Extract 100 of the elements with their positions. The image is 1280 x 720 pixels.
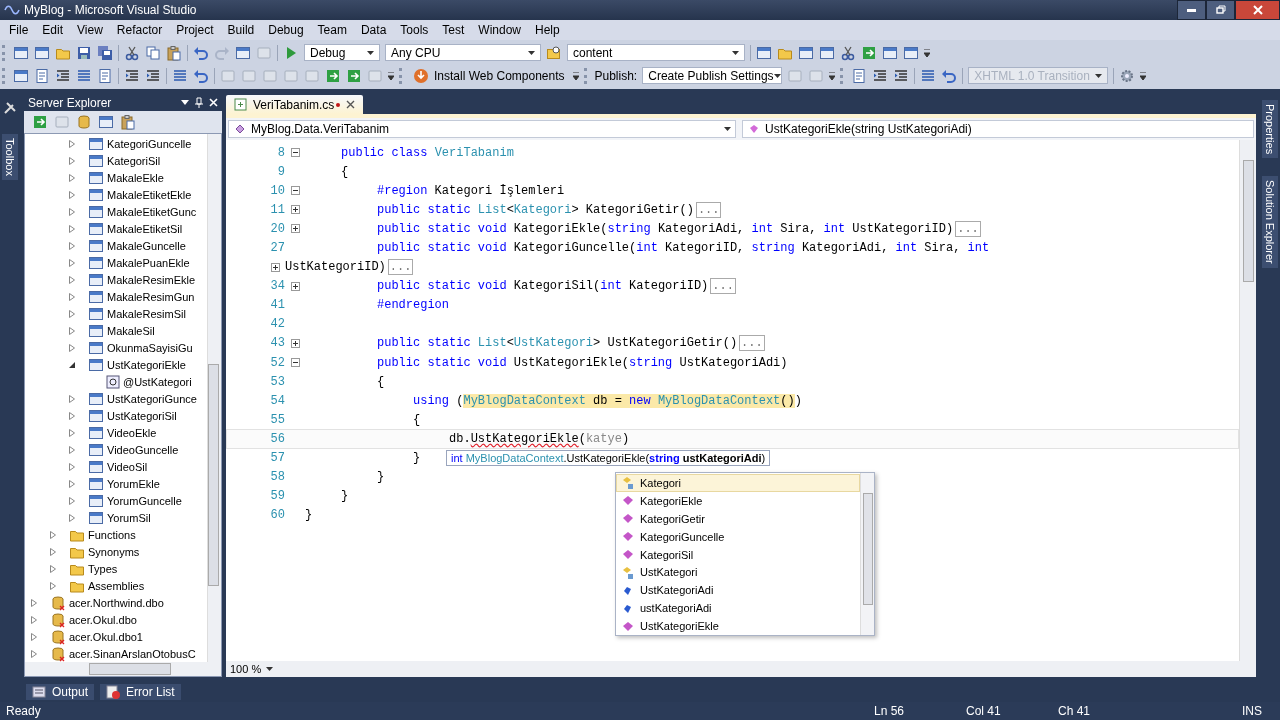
menu-item[interactable]: Test <box>435 21 472 39</box>
collapsed-arrow-icon[interactable] <box>49 581 57 590</box>
lines-icon[interactable] <box>76 67 92 84</box>
window-icon[interactable] <box>903 44 919 61</box>
menu-item[interactable]: Data <box>353 21 394 39</box>
tree-item[interactable]: MakaleResimGun <box>107 291 195 304</box>
overflow-icon[interactable] <box>829 71 836 80</box>
gear-icon[interactable] <box>1119 67 1136 84</box>
panel-tab[interactable]: Output <box>26 684 95 700</box>
menu-item[interactable]: File <box>2 21 36 39</box>
completion-item[interactable]: UstKategori <box>616 563 860 582</box>
tree-item[interactable]: MakalePuanEkle <box>107 257 190 270</box>
tools-icon[interactable] <box>2 100 18 116</box>
window-icon[interactable] <box>882 44 898 61</box>
window-icon[interactable] <box>13 44 29 61</box>
overflow-icon[interactable] <box>1140 71 1147 80</box>
type-dropdown[interactable]: MyBlog.Data.VeriTabanim <box>228 120 736 138</box>
window-icon[interactable] <box>756 44 772 61</box>
expand-icon[interactable] <box>290 339 300 348</box>
tree-item[interactable]: VideoEkle <box>107 426 157 439</box>
tree-item[interactable]: acer.Okul.dbo1 <box>69 630 143 643</box>
menu-item[interactable]: Debug <box>261 21 311 39</box>
tree-item[interactable]: MakaleResimSil <box>107 308 186 321</box>
collapsed-arrow-icon[interactable] <box>68 242 76 251</box>
window-icon[interactable] <box>34 44 50 61</box>
side-tab[interactable]: Toolbox <box>2 134 18 180</box>
collapsed-arrow-icon[interactable] <box>68 157 76 166</box>
scrollbar[interactable] <box>860 473 874 635</box>
completion-item[interactable]: UstKategoriEkle <box>616 617 860 635</box>
close-icon[interactable] <box>346 100 356 109</box>
menu-item[interactable]: Tools <box>393 21 436 39</box>
tree-item[interactable]: Types <box>88 562 118 575</box>
indent-icon[interactable] <box>893 67 910 84</box>
scrollbar-thumb[interactable] <box>1243 160 1254 282</box>
scrollbar-thumb[interactable] <box>863 493 873 605</box>
tree-item[interactable]: MakaleEkle <box>107 172 164 185</box>
platform-dropdown[interactable]: Any CPU <box>385 44 541 61</box>
menu-item[interactable]: Refactor <box>109 21 170 39</box>
copy-icon[interactable] <box>145 44 161 61</box>
tree-item[interactable]: MakaleGuncelle <box>107 240 186 253</box>
menu-item[interactable]: Help <box>528 21 567 39</box>
configuration-dropdown[interactable]: Debug <box>304 44 380 61</box>
member-dropdown[interactable]: UstKategoriEkle(string UstKategoriAdi) <box>742 120 1254 138</box>
overflow-icon[interactable] <box>572 71 579 80</box>
collapsed-arrow-icon[interactable] <box>68 140 76 149</box>
tree-item[interactable]: acer.Okul.dbo <box>69 613 137 626</box>
tree-item[interactable]: UstKategoriEkle <box>107 359 186 372</box>
collapsed-arrow-icon[interactable] <box>30 649 38 658</box>
indent-icon[interactable] <box>145 67 161 84</box>
horizontal-scrollbar[interactable] <box>25 662 221 676</box>
collapsed-arrow-icon[interactable] <box>68 174 76 183</box>
menu-item[interactable]: View <box>70 21 110 39</box>
document-icon[interactable] <box>851 67 868 84</box>
pin-icon[interactable] <box>195 97 203 108</box>
tree-item[interactable]: VideoSil <box>107 460 148 473</box>
tree-item[interactable]: KategoriGuncelle <box>107 138 192 151</box>
collapse-icon[interactable] <box>290 358 300 368</box>
collapsed-arrow-icon[interactable] <box>30 632 38 641</box>
window-icon[interactable] <box>13 67 29 84</box>
collapsed-arrow-icon[interactable] <box>49 564 57 573</box>
collapsed-arrow-icon[interactable] <box>49 547 57 556</box>
menu-item[interactable]: Project <box>169 21 221 39</box>
completion-item[interactable]: KategoriSil <box>616 545 860 564</box>
close-button[interactable] <box>1235 0 1280 20</box>
paste-icon[interactable] <box>166 44 182 61</box>
tree-item[interactable]: OkunmaSayisiGu <box>107 342 193 355</box>
menu-item[interactable]: Team <box>310 21 354 39</box>
tree-item[interactable]: VideoGuncelle <box>107 443 179 456</box>
collapsed-arrow-icon[interactable] <box>68 259 76 268</box>
collapsed-arrow-icon[interactable] <box>68 208 76 217</box>
menu-item[interactable]: Window <box>471 21 529 39</box>
collapsed-arrow-icon[interactable] <box>68 428 76 437</box>
scrollbar[interactable] <box>1239 140 1256 661</box>
completion-item[interactable]: Kategori <box>616 474 860 492</box>
completion-item[interactable]: KategoriGuncelle <box>616 527 860 546</box>
collapsed-arrow-icon[interactable] <box>68 395 76 403</box>
find-icon[interactable] <box>546 44 562 61</box>
publish-settings-dropdown[interactable]: Create Publish Settings <box>642 67 783 84</box>
restore-button[interactable] <box>1206 0 1235 20</box>
tree-item[interactable]: YorumSil <box>107 511 151 524</box>
tree-item[interactable]: YorumGuncelle <box>107 494 182 507</box>
expand-icon[interactable] <box>270 262 280 272</box>
collapse-icon[interactable] <box>290 186 300 196</box>
panel-tab[interactable]: Error List <box>100 684 181 700</box>
window-icon[interactable] <box>819 44 835 61</box>
expand-icon[interactable] <box>290 281 300 291</box>
cut-icon[interactable] <box>840 44 856 61</box>
tree-item[interactable]: MakaleSil <box>107 325 155 338</box>
save-icon[interactable] <box>76 44 92 61</box>
collapsed-arrow-icon[interactable] <box>68 479 76 488</box>
overflow-icon[interactable] <box>924 48 930 57</box>
expanded-arrow-icon[interactable] <box>68 361 76 370</box>
collapsed-arrow-icon[interactable] <box>30 615 38 624</box>
collapsed-arrow-icon[interactable] <box>68 513 76 522</box>
collapsed-arrow-icon[interactable] <box>68 225 76 234</box>
dropdown-icon[interactable] <box>181 100 189 105</box>
scrollbar[interactable] <box>207 134 221 662</box>
collapsed-arrow-icon[interactable] <box>68 496 76 505</box>
save-all-icon[interactable] <box>97 44 113 61</box>
find-dropdown[interactable]: content <box>567 44 745 61</box>
